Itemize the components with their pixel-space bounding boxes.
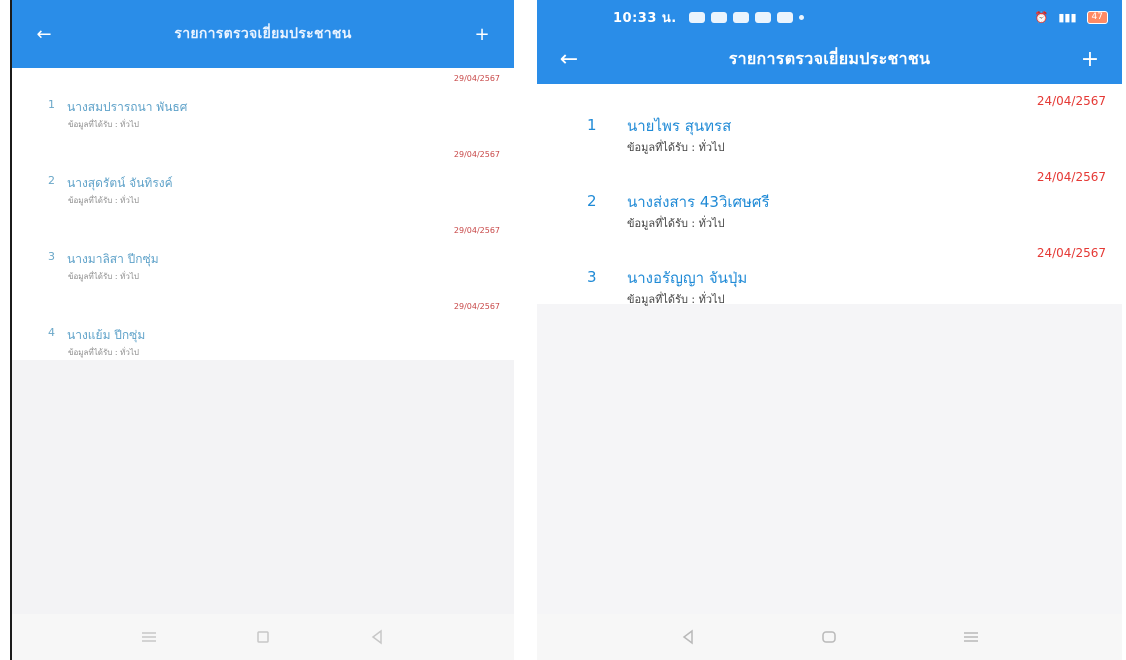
notification-icons [688, 11, 804, 23]
list-item[interactable]: 29/04/2567 1 นางสมปรารถนา พันธศ ข้อมูลที… [12, 68, 514, 144]
info-received: ข้อมูลที่ได้รับ : ทั่วไป [627, 217, 725, 230]
visit-date: 24/04/2567 [1036, 94, 1106, 108]
app-bar: ← รายการตรวจเยี่ยมประชาชน + [537, 34, 1122, 84]
status-time: 10:33 น. [613, 10, 677, 26]
list-item[interactable]: 29/04/2567 3 นางมาลิสา ปีกซุ่ม ข้อมูลที่… [12, 220, 514, 296]
system-nav-bar [12, 614, 514, 660]
plus-icon: + [1080, 46, 1100, 72]
list-item[interactable]: 29/04/2567 2 นางสุดรัตน์ จันทิรงค์ ข้อมู… [12, 144, 514, 220]
person-name: นางสุดรัตน์ จันทิรงค์ [67, 176, 173, 190]
arrow-left-icon: ← [36, 23, 52, 45]
visit-date: 29/04/2567 [453, 74, 500, 83]
add-button[interactable]: + [450, 0, 514, 68]
visit-date: 24/04/2567 [1036, 246, 1106, 260]
back-triangle-icon [371, 629, 382, 645]
plus-icon: + [474, 23, 490, 45]
home-nav-button[interactable] [814, 622, 844, 652]
item-number: 2 [48, 174, 55, 187]
status-bar: 10:33 น. ⏰ ▮▮▮ 47 [537, 0, 1122, 34]
list-item[interactable]: 24/04/2567 3 นางอรัญญา จันปุ่ม ข้อมูลที่… [537, 236, 1122, 312]
list-item[interactable]: 24/04/2567 1 นายไพร สุนทรส ข้อมูลที่ได้ร… [537, 84, 1122, 160]
item-number: 3 [48, 250, 55, 263]
page-title: รายการตรวจเยี่ยมประชาชน [728, 48, 931, 68]
person-name: นางส่งสาร 43วิเศษศรี [627, 193, 770, 211]
notification-icon [754, 11, 771, 23]
signal-icon: ▮▮▮ [1058, 10, 1077, 24]
page-title: รายการตรวจเยี่ยมประชาชน [174, 26, 352, 42]
back-nav-button[interactable] [362, 622, 392, 652]
app-bar: ← รายการตรวจเยี่ยมประชาชน + [12, 0, 514, 68]
list-item[interactable]: 29/04/2567 4 นางแย้ม ปีกซุ่ม ข้อมูลที่ได… [12, 296, 514, 372]
person-name: นายไพร สุนทรส [627, 117, 732, 135]
item-number: 4 [48, 326, 55, 339]
notification-icon [732, 11, 749, 23]
back-nav-button[interactable] [673, 622, 703, 652]
info-received: ข้อมูลที่ได้รับ : ทั่วไป [68, 120, 139, 129]
item-number: 1 [587, 116, 597, 134]
person-name: นางสมปรารถนา พันธศ [67, 100, 188, 114]
visit-date: 29/04/2567 [453, 150, 500, 159]
info-received: ข้อมูลที่ได้รับ : ทั่วไป [68, 272, 139, 281]
person-name: นางอรัญญา จันปุ่ม [627, 269, 748, 287]
visit-date: 24/04/2567 [1036, 170, 1106, 184]
visit-list: 29/04/2567 1 นางสมปรารถนา พันธศ ข้อมูลที… [12, 68, 514, 360]
home-square-icon [822, 631, 837, 643]
home-square-icon [257, 631, 269, 643]
item-number: 2 [587, 192, 597, 210]
notification-icon [776, 11, 793, 23]
system-nav-bar [537, 614, 1122, 660]
info-received: ข้อมูลที่ได้รับ : ทั่วไป [68, 196, 139, 205]
left-phone-screen: ← รายการตรวจเยี่ยมประชาชน + 29/04/2567 1… [10, 0, 514, 660]
visit-date: 29/04/2567 [453, 226, 500, 235]
info-received: ข้อมูลที่ได้รับ : ทั่วไป [627, 293, 725, 306]
person-name: นางแย้ม ปีกซุ่ม [67, 328, 146, 342]
info-received: ข้อมูลที่ได้รับ : ทั่วไป [627, 141, 725, 154]
notification-icon [688, 11, 705, 23]
item-number: 1 [48, 98, 55, 111]
notification-icon [710, 11, 727, 23]
arrow-left-icon: ← [559, 46, 579, 72]
item-number: 3 [587, 268, 597, 286]
back-button[interactable]: ← [537, 34, 601, 84]
dot-icon [798, 14, 804, 20]
battery-icon: 47 [1086, 10, 1108, 24]
back-button[interactable]: ← [12, 0, 76, 68]
visit-date: 29/04/2567 [453, 302, 500, 311]
home-nav-button[interactable] [248, 622, 278, 652]
menu-icon [142, 632, 156, 642]
right-phone-screen: 10:33 น. ⏰ ▮▮▮ 47 ← รายการตรวจเยี่ยมประช… [537, 0, 1122, 660]
visit-list: 24/04/2567 1 นายไพร สุนทรส ข้อมูลที่ได้ร… [537, 84, 1122, 306]
alarm-icon: ⏰ [1034, 10, 1049, 24]
menu-nav-button[interactable] [956, 622, 986, 652]
menu-icon [964, 632, 979, 642]
menu-nav-button[interactable] [134, 622, 164, 652]
list-item[interactable]: 24/04/2567 2 นางส่งสาร 43วิเศษศรี ข้อมูล… [537, 160, 1122, 236]
add-button[interactable]: + [1058, 34, 1122, 84]
person-name: นางมาลิสา ปีกซุ่ม [67, 252, 159, 266]
info-received: ข้อมูลที่ได้รับ : ทั่วไป [68, 348, 139, 357]
system-status: ⏰ ▮▮▮ 47 [1034, 10, 1108, 24]
back-triangle-icon [682, 629, 693, 645]
